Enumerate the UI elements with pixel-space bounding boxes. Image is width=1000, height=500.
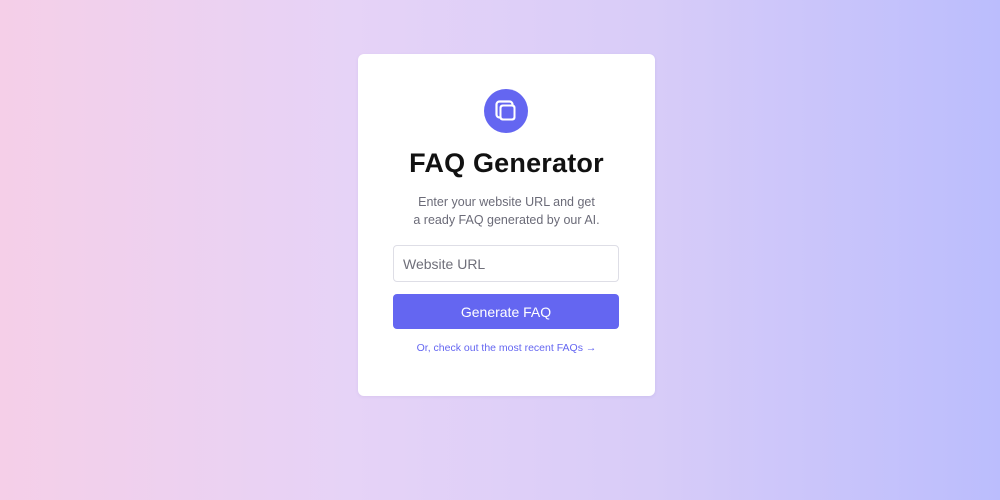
stacked-squares-icon [484, 89, 528, 133]
faq-generator-card: FAQ Generator Enter your website URL and… [358, 54, 655, 396]
subtitle-line-2: a ready FAQ generated by our AI. [413, 213, 600, 227]
subtitle-line-1: Enter your website URL and get [418, 195, 595, 209]
page-title: FAQ Generator [409, 148, 604, 178]
logo-icon [484, 89, 528, 133]
website-url-input[interactable] [393, 245, 619, 282]
generate-faq-button[interactable]: Generate FAQ [393, 294, 619, 329]
recent-faqs-link[interactable]: Or, check out the most recent FAQs → [358, 342, 655, 354]
page-subtitle: Enter your website URL and get a ready F… [358, 193, 655, 229]
